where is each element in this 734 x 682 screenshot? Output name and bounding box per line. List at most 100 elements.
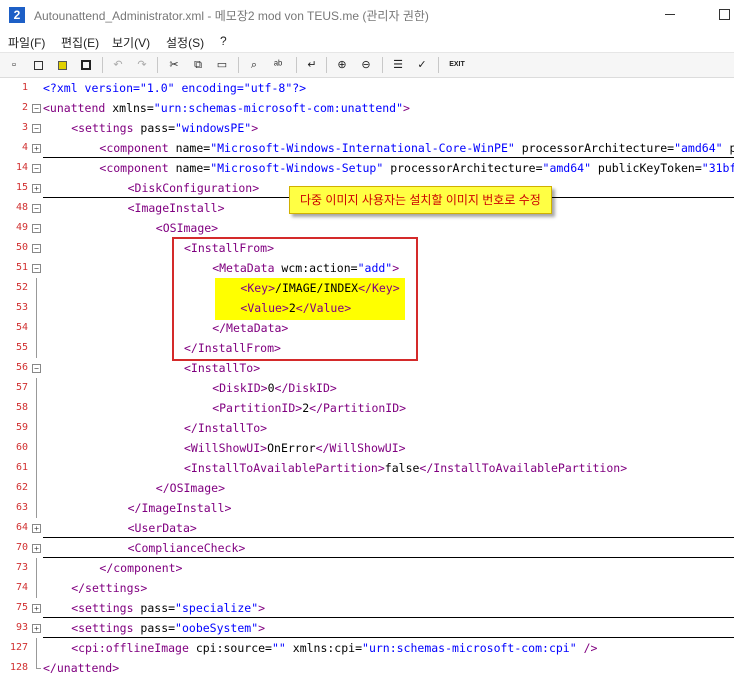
code-token-tag: <UserData> [127,521,197,535]
code-token-val: "windowsPE" [175,121,252,135]
fold-collapse-icon[interactable]: − [32,204,41,213]
fold-guide [36,378,37,398]
code-line: <PartitionID>2</PartitionID> [212,398,406,418]
code-token-tag: </settings> [71,581,148,595]
minimize-button[interactable] [662,6,678,22]
save-icon[interactable] [78,57,94,73]
code-token-tag: <ImageInstall> [127,201,225,215]
fold-guide [36,658,37,668]
fold-guide [36,438,37,458]
line-number: 48 [15,202,28,213]
code-line: </ImageInstall> [128,498,232,518]
code-token-text: 0 [267,381,275,395]
line-number: 51 [15,262,28,273]
fold-expand-icon[interactable]: + [32,604,41,613]
customize-icon[interactable]: ✓ [414,57,430,73]
toolbar-separator [326,57,327,73]
fold-expand-icon[interactable]: + [32,524,41,533]
code-line: <component name="Microsoft-Windows-Setup… [99,158,734,178]
code-token-tag: </unattend> [43,661,120,675]
line-number: 54 [15,322,28,333]
menu-edit[interactable]: 편집(E) [61,34,99,51]
code-line: <cpi:offlineImage cpi:source="" xmlns:cp… [71,638,597,658]
fold-collapse-icon[interactable]: − [32,224,41,233]
code-token-attr: xmlns= [105,101,154,115]
code-line: <unattend xmlns="urn:schemas-microsoft-c… [43,98,410,118]
annotation-callout: 다중 이미지 사용자는 설치할 이미지 번호로 수정 [289,186,552,214]
fold-collapse-icon[interactable]: − [32,164,41,173]
code-token-tag: <ComplianceCheck> [127,541,246,555]
paste-icon[interactable]: ▭ [214,57,230,73]
redo-icon[interactable]: ↷ [134,57,150,73]
fold-guide [36,298,37,318]
code-token-tag: <DiskID> [212,381,268,395]
code-token-val: "amd64" [674,141,723,155]
menu-bar: 파일(F) 편집(E) 보기(V) 설정(S) ? [0,30,734,52]
code-line: <settings pass="oobeSystem"> [71,618,265,638]
undo-icon[interactable]: ↶ [110,57,126,73]
cut-icon[interactable]: ✂ [166,57,182,73]
zoom-out-icon[interactable]: ⊖ [358,57,374,73]
fold-expand-icon[interactable]: + [32,184,41,193]
line-number: 75 [15,602,28,613]
line-number: 50 [15,242,28,253]
menu-settings[interactable]: 설정(S) [166,34,204,51]
fold-collapse-icon[interactable]: − [32,364,41,373]
fold-expand-icon[interactable]: + [32,544,41,553]
code-editor[interactable]: <?xml version="1.0" encoding="utf-8"?> <u… [43,78,734,682]
code-token-tag: > [251,121,259,135]
menu-view[interactable]: 보기(V) [112,34,150,51]
find-icon[interactable]: ⌕ [246,57,262,73]
code-token-val: "31bf3856ad364e35" [701,161,734,175]
code-line: <OSImage> [156,218,218,238]
toolbar-separator [102,57,103,73]
copy-icon[interactable]: ⧉ [190,57,206,73]
installfrom-annotation-box [172,237,418,361]
line-number: 14 [15,162,28,173]
fold-expand-icon[interactable]: + [32,624,41,633]
line-number: 15 [15,182,28,193]
menu-file[interactable]: 파일(F) [8,34,45,51]
code-token-tag: <PartitionID> [212,401,303,415]
line-number-gutter: 1 2−3−4 +14−15 +48−49−50−51−52 53 54 55 56−57 58… [0,78,43,682]
menu-help[interactable]: ? [220,34,227,48]
new-icon[interactable]: ▫ [6,57,22,73]
code-token-tag: <settings [71,621,134,635]
code-token-val: "urn:schemas-microsoft-com:unattend" [153,101,404,115]
toolbar-separator [238,57,239,73]
fold-collapse-icon[interactable]: − [32,124,41,133]
code-token-tag: <component [99,141,169,155]
code-token-attr: pass= [133,601,176,615]
code-token-tag: </WillShowUI> [315,441,406,455]
title-bar: 2 Autounattend_Administrator.xml - 메모장2 … [0,0,734,30]
fold-collapse-icon[interactable]: − [32,244,41,253]
code-token-attr: xmlns:cpi= [285,641,363,655]
code-token-tag: <OSImage> [155,221,219,235]
code-token-attr: name= [168,141,211,155]
line-number: 4 [21,142,28,153]
fold-guide [36,418,37,438]
open-folder-icon[interactable] [54,57,70,73]
maximize-button[interactable] [716,6,732,22]
code-token-attr: processorArchitecture= [383,161,543,175]
line-number: 61 [15,462,28,473]
exit-icon[interactable]: EXIT [446,57,468,73]
fold-collapse-icon[interactable]: − [32,104,41,113]
wordwrap-icon[interactable]: ↵ [304,57,320,73]
code-token-val: "Microsoft-Windows-Setup" [210,161,384,175]
zoom-in-icon[interactable]: ⊕ [334,57,350,73]
schemes-icon[interactable]: ☰ [390,57,406,73]
open-icon[interactable] [30,57,46,73]
replace-icon[interactable]: ᵃᵇ [270,57,286,73]
code-line: <ImageInstall> [128,198,225,218]
fold-expand-icon[interactable]: + [32,144,41,153]
code-token-val: "specialize" [175,601,259,615]
code-token-tag: <settings [71,121,134,135]
code-token-val: "urn:schemas-microsoft-com:cpi" [362,641,577,655]
fold-collapse-icon[interactable]: − [32,264,41,273]
code-token-tag: <InstallTo> [184,361,261,375]
line-number: 53 [15,302,28,313]
toolbar-separator [382,57,383,73]
code-token-tag: <DiskConfiguration> [127,181,260,195]
code-token-tag: <cpi:offlineImage [71,641,189,655]
